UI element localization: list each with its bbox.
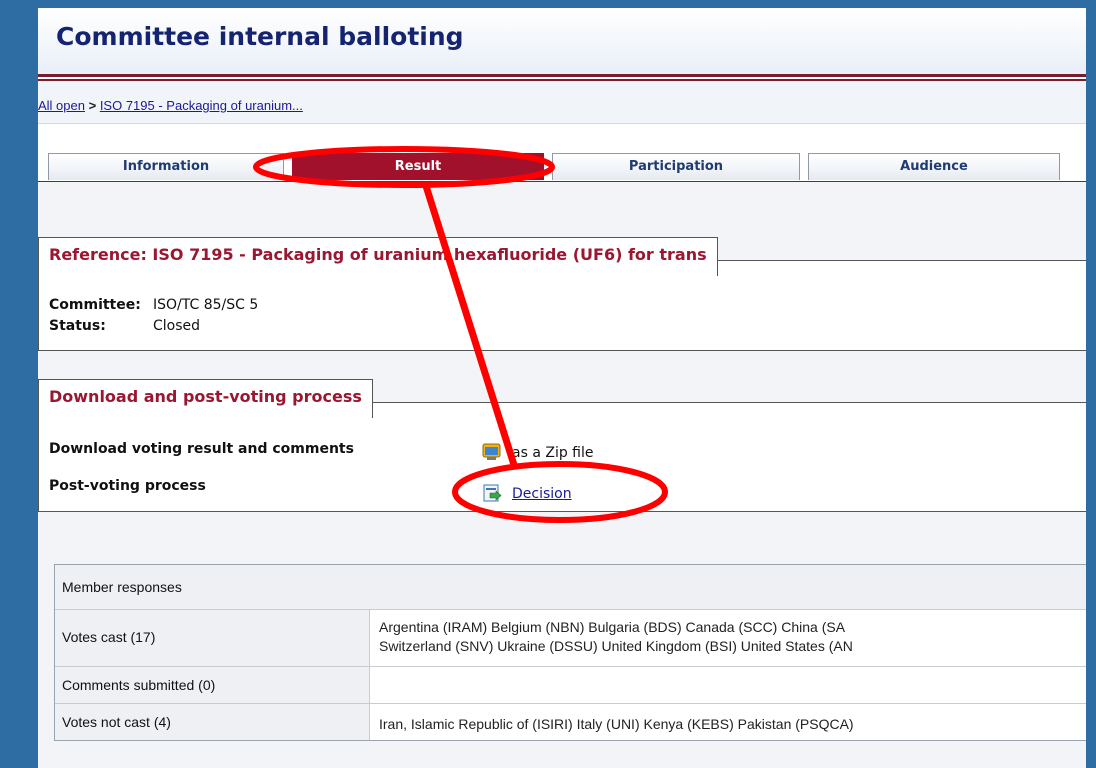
tab-participation[interactable]: Participation xyxy=(552,153,800,180)
member-responses-table: Member responses Votes cast (17) Argenti… xyxy=(54,564,1086,741)
breadcrumb-divider xyxy=(38,123,1086,124)
tab-audience[interactable]: Audience xyxy=(808,153,1060,180)
votes-not-cast-value: Iran, Islamic Republic of (ISIRI) Italy … xyxy=(379,716,854,732)
breadcrumb-separator: > xyxy=(84,98,100,113)
committee-label: Committee: xyxy=(49,297,141,313)
folder-zip-icon[interactable] xyxy=(482,441,501,460)
post-voting-label: Post-voting process xyxy=(49,478,206,494)
tab-information[interactable]: Information xyxy=(48,153,284,180)
tab-underline xyxy=(38,181,1086,182)
row-label-cell: Comments submitted (0) xyxy=(55,667,370,703)
download-label: Download voting result and comments xyxy=(49,441,354,457)
page-title: Committee internal balloting xyxy=(56,22,464,51)
title-bar: Committee internal balloting xyxy=(38,8,1086,74)
decision-link[interactable]: Decision xyxy=(512,486,572,502)
document-arrow-icon xyxy=(482,483,502,502)
breadcrumb-all-open-link[interactable]: All open xyxy=(38,98,85,113)
comments-label: Comments submitted (0) xyxy=(62,677,216,693)
status-label: Status: xyxy=(49,318,106,334)
committee-row: Committee: xyxy=(49,297,141,313)
votes-cast-line-1: Argentina (IRAM) Belgium (NBN) Bulgaria … xyxy=(379,619,846,635)
breadcrumb-current-link[interactable]: ISO 7195 - Packaging of uranium... xyxy=(100,98,303,113)
member-responses-title: Member responses xyxy=(62,579,182,595)
table-row: Votes not cast (4) Iran, Islamic Republi… xyxy=(55,704,1086,740)
votes-cast-label: Votes cast (17) xyxy=(62,629,156,645)
tab-result[interactable]: Result xyxy=(292,153,544,180)
zip-file-link[interactable]: as a Zip file xyxy=(512,445,594,461)
votes-not-cast-label: Votes not cast (4) xyxy=(62,714,171,730)
balloting-window: Committee internal balloting All open > … xyxy=(38,8,1086,768)
table-row: Votes cast (17) Argentina (IRAM) Belgium… xyxy=(55,610,1086,667)
member-responses-header: Member responses xyxy=(55,565,1086,610)
breadcrumb: All open > ISO 7195 - Packaging of urani… xyxy=(38,98,303,113)
reference-title: Reference: ISO 7195 - Packaging of urani… xyxy=(38,237,718,276)
download-title: Download and post-voting process xyxy=(38,379,373,418)
table-row: Comments submitted (0) xyxy=(55,667,1086,704)
row-label-cell: Votes not cast (4) xyxy=(55,704,370,740)
header-rule xyxy=(38,74,1086,77)
votes-cast-line-2: Switzerland (SNV) Ukraine (DSSU) United … xyxy=(379,638,853,654)
row-label-cell: Votes cast (17) xyxy=(55,610,370,666)
committee-value: ISO/TC 85/SC 5 xyxy=(153,297,259,313)
status-value: Closed xyxy=(153,318,201,334)
